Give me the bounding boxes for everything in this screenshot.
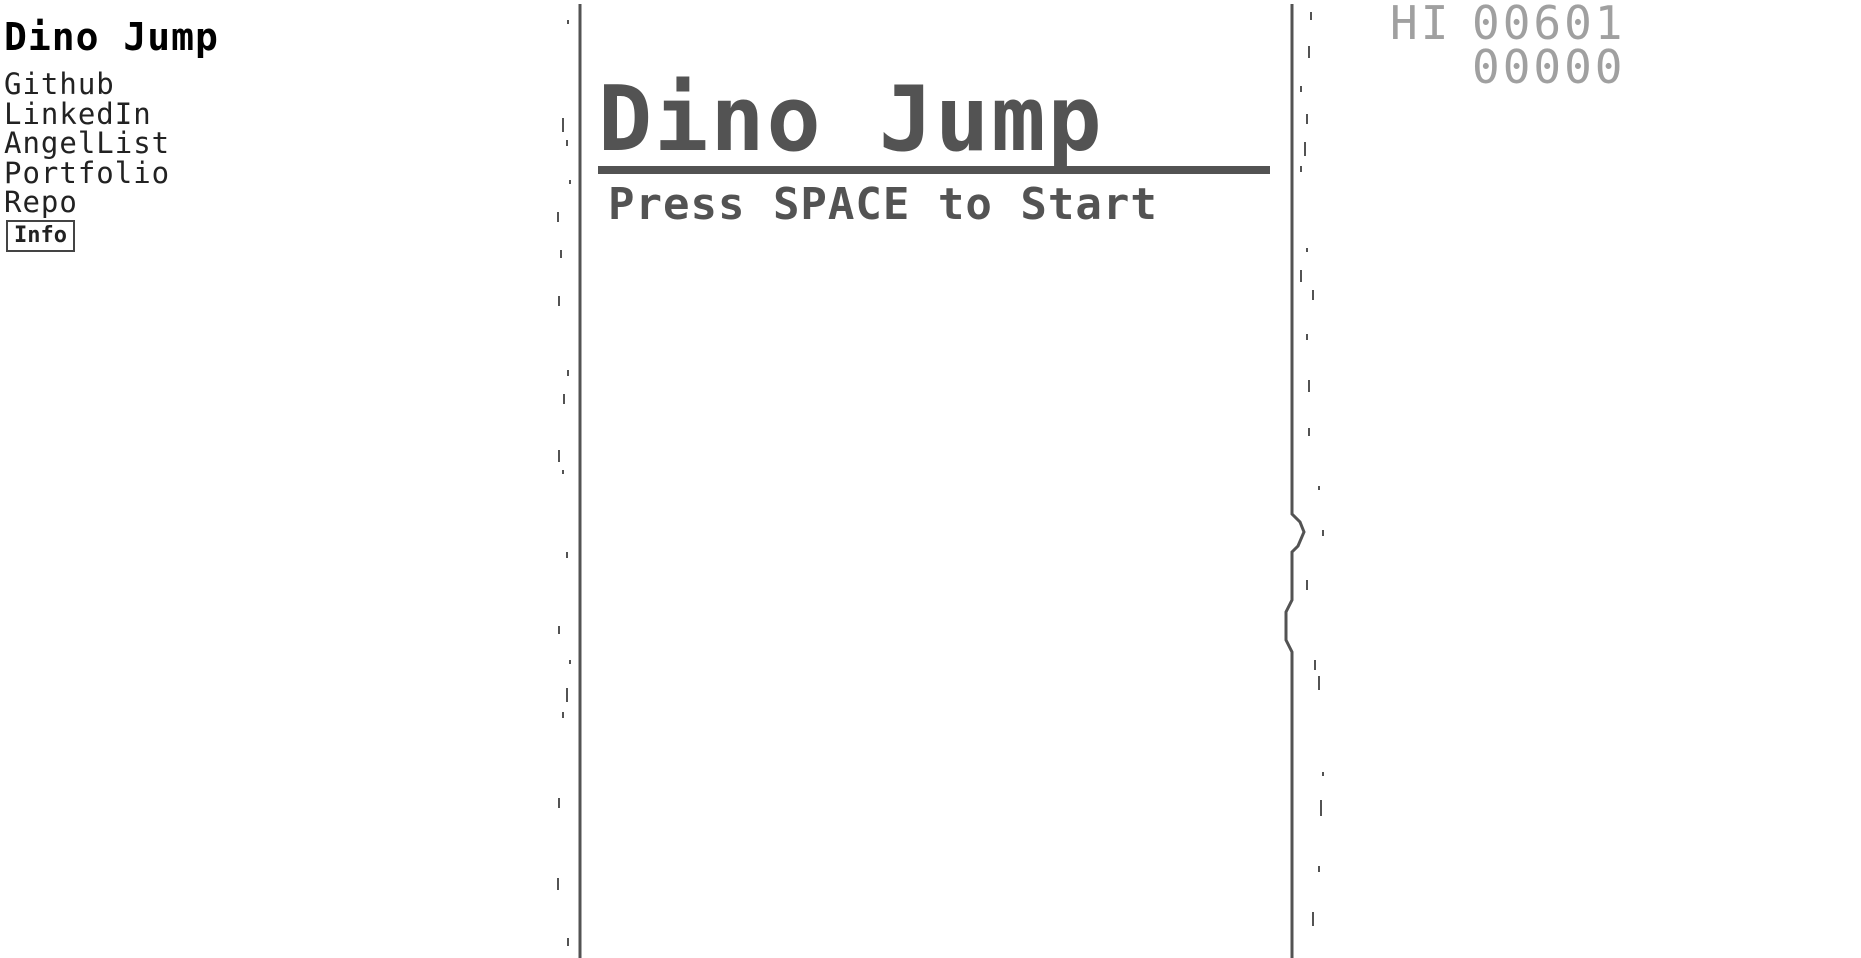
title-underline [598,166,1270,174]
right-wall-specks [1300,12,1324,926]
game-title: Dino Jump [598,67,1104,172]
right-wall [1284,4,1306,958]
high-score-label: HI [1390,0,1452,50]
left-wall-specks [557,20,571,946]
game-page: Dino Jump Github LinkedIn AngelList Port… [0,0,1861,958]
start-prompt: Press SPACE to Start [608,179,1158,230]
current-score-value: 00000 [1472,40,1626,94]
